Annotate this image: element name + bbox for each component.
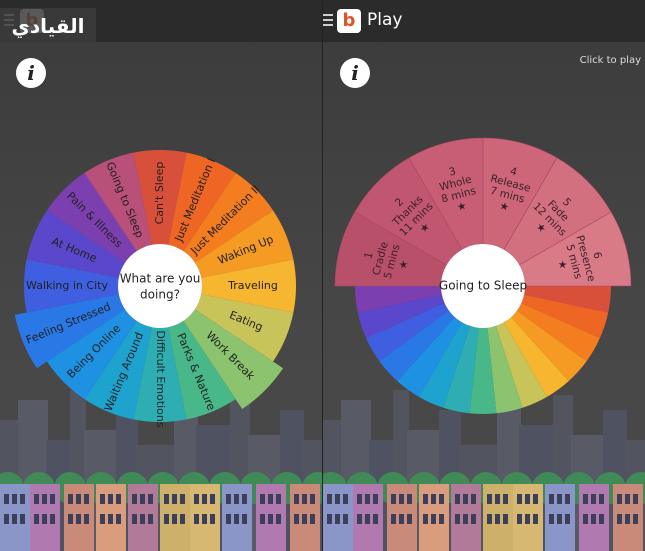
wheel-segment-label: Walking in City	[26, 279, 108, 292]
wheel-center	[118, 244, 202, 328]
activity-wheel: Can't Sleep Just Meditation IJust Meditat…	[14, 150, 296, 428]
wheel-segment-label: Traveling	[227, 279, 278, 292]
right-screen: b Play Click to play i 1 Cradle 5 mins ★ 2 Th…	[323, 0, 645, 551]
wheel-segment-label: Can't Sleep	[153, 162, 166, 225]
wheel-center-label: What are you	[120, 272, 201, 286]
wheel-segment-label: Difficult Emotions	[154, 330, 167, 428]
wheel-center-label: doing?	[140, 288, 180, 302]
wheel-center-label: Going to Sleep	[439, 279, 527, 293]
session-wheel: 1Cradle5 mins★2Thanks11 mins★3Whole8 min…	[334, 137, 632, 414]
left-screen: b القيادي i Can't SleepJust Meditation I…	[0, 0, 322, 551]
